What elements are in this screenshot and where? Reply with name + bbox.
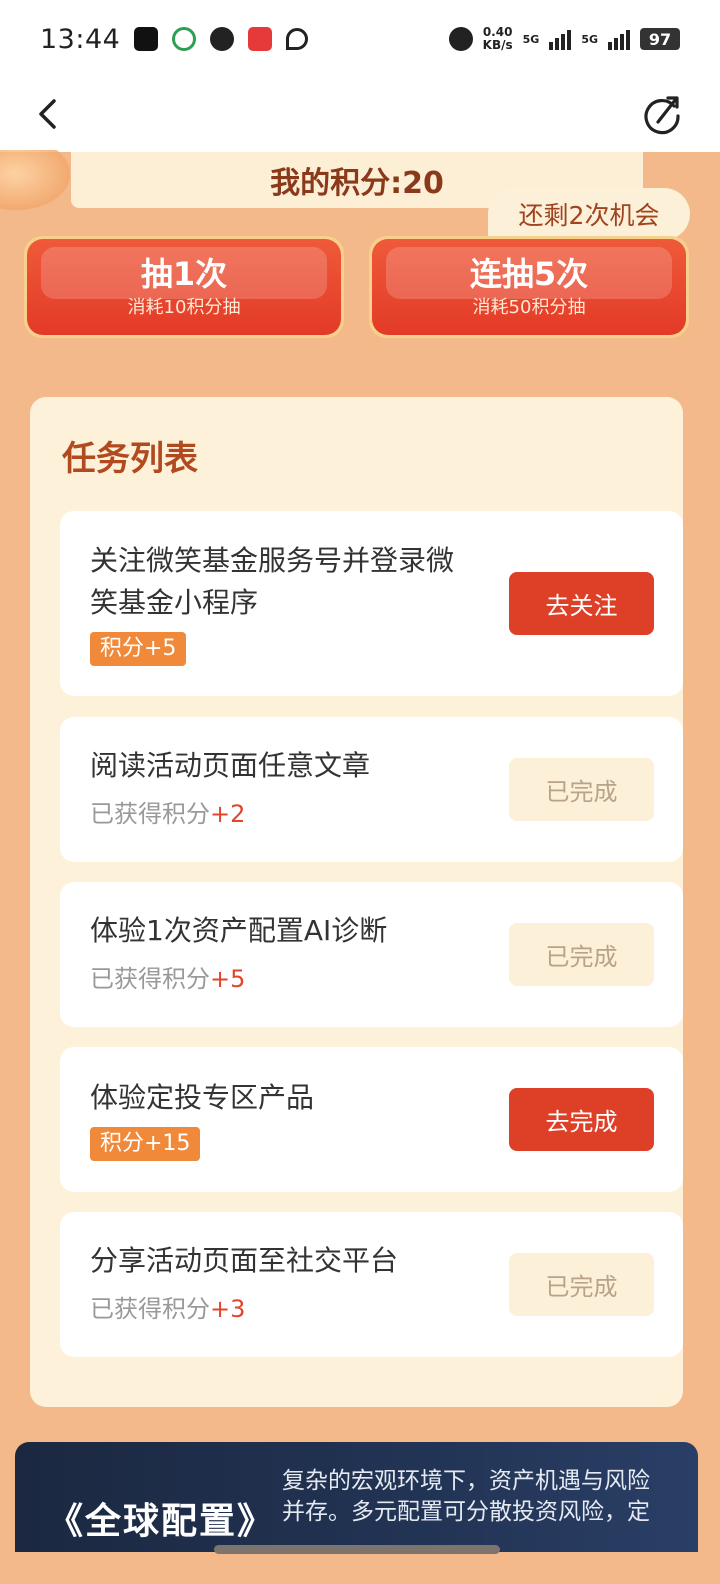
completed-button: 已完成 (509, 758, 654, 821)
draw-once-button[interactable]: 抽1次 消耗10积分抽 (24, 236, 344, 338)
banner-description: 复杂的宏观环境下，资产机遇与风险 并存。多元配置可分散投资风险，定 (282, 1468, 650, 1525)
back-arrow-icon[interactable] (32, 96, 68, 132)
task-list-heading: 任务列表 (62, 439, 198, 479)
global-allocation-banner[interactable]: 《全球配置》 复杂的宏观环境下，资产机遇与风险 并存。多元配置可分散投资风险，定 (15, 1442, 698, 1552)
draw-once-inner: 抽1次 消耗10积分抽 (27, 239, 341, 335)
task-item: 体验1次资产配置AI诊断 已获得积分+5 已完成 (60, 882, 683, 1027)
fund-app-icon (172, 27, 197, 51)
task-item: 分享活动页面至社交平台 已获得积分+3 已完成 (60, 1212, 683, 1357)
news-app-icon (248, 27, 273, 51)
missed-call-icon (286, 28, 309, 50)
task-earned-points: 已获得积分+3 (90, 1295, 246, 1323)
signal-icon (549, 28, 572, 50)
task-item: 关注微笑基金服务号并登录微 笑基金小程序 积分+5 去关注 (60, 511, 683, 696)
status-right: 0.40 KB/s 5G 5G 97 (448, 25, 680, 52)
app-notification-icon (134, 27, 159, 51)
task-points-badge: 积分+15 (90, 1127, 201, 1161)
task-earned-points: 已获得积分+2 (90, 800, 246, 828)
status-time: 13:44 (40, 23, 121, 55)
draw-once-title: 抽1次 (140, 255, 228, 293)
network-type-1: 5G (522, 32, 540, 46)
completed-button: 已完成 (509, 1253, 654, 1316)
notification-icons (134, 27, 309, 51)
task-earned-points: 已获得积分+5 (90, 965, 246, 993)
draw-five-cost: 消耗50积分抽 (472, 297, 586, 318)
status-bar: 13:44 0.40 KB/s 5G 5G 97 (0, 0, 720, 78)
home-indicator[interactable] (214, 1545, 500, 1554)
draw-once-cost: 消耗10积分抽 (127, 297, 241, 318)
coin-decoration (0, 150, 70, 210)
task-panel: 任务列表 关注微笑基金服务号并登录微 笑基金小程序 积分+5 去关注 阅读活动页… (30, 397, 683, 1407)
nav-bar (0, 78, 720, 152)
task-item: 阅读活动页面任意文章 已获得积分+2 已完成 (60, 717, 683, 862)
message-icon (210, 27, 235, 51)
remaining-chances-tag: 还剩2次机会 (488, 188, 690, 240)
task-title: 体验定投专区产品 (90, 1081, 315, 1114)
completed-button: 已完成 (509, 923, 654, 986)
draw-five-times-button[interactable]: 连抽5次 消耗50积分抽 (369, 236, 689, 338)
alarm-icon (448, 27, 473, 51)
task-title: 关注微笑基金服务号并登录微 笑基金小程序 (90, 544, 455, 619)
network-type-2: 5G (581, 32, 598, 46)
net-speed: 0.40 KB/s (482, 25, 513, 52)
banner-title: 《全球配置》 (47, 1501, 276, 1542)
task-title: 分享活动页面至社交平台 (90, 1244, 399, 1277)
draw-five-title: 连抽5次 (469, 255, 589, 293)
go-complete-button[interactable]: 去完成 (509, 1088, 654, 1151)
task-item: 体验定投专区产品 积分+15 去完成 (60, 1047, 683, 1192)
follow-button[interactable]: 去关注 (509, 572, 654, 635)
draw-five-inner: 连抽5次 消耗50积分抽 (372, 239, 686, 335)
task-title: 阅读活动页面任意文章 (90, 749, 371, 782)
task-points-badge: 积分+5 (90, 632, 187, 666)
share-icon[interactable] (640, 92, 684, 136)
battery-icon: 97 (640, 28, 680, 50)
signal-icon-2 (608, 28, 630, 50)
task-title: 体验1次资产配置AI诊断 (90, 914, 388, 947)
